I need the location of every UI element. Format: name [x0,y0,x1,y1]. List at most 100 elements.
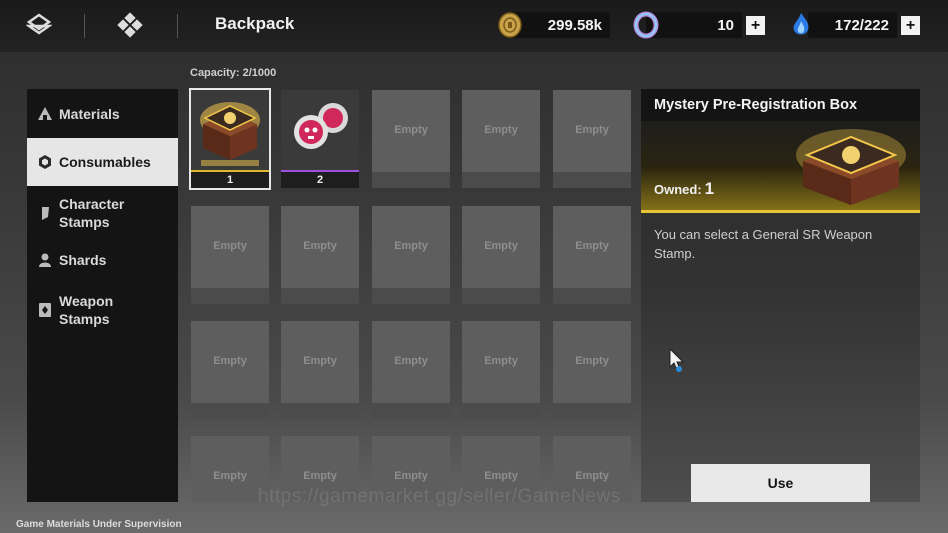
item-count: 1 [191,172,269,188]
slot-footer [281,403,359,419]
sidebar-item-label: Character Stamps [59,195,124,231]
hexagon-icon [39,155,51,169]
item-description: You can select a General SR Weapon Stamp… [654,227,873,261]
slot-footer [553,172,631,188]
sidebar-label-line: Weapon [59,293,114,309]
sidebar-item-consumables[interactable]: Consumables [27,138,178,186]
add-token-button[interactable]: + [746,16,765,35]
empty-label: Empty [484,240,518,252]
weapon-stamp-icon [39,303,51,317]
inventory-slot-empty[interactable]: Empty [191,321,269,419]
mystery-box-icon [781,125,921,205]
slot-footer [372,172,450,188]
sidebar-item-materials[interactable]: Materials [27,99,178,129]
slot-footer [553,288,631,304]
inventory-slot-mystery-box[interactable]: 1 [189,88,271,190]
blue-flame-icon [789,11,815,39]
item-detail-panel: Mystery Pre-Registration Box Owned: 1 You… [641,89,920,502]
inventory-slot-empty[interactable]: Empty [372,90,450,188]
watermark-text: https://gamemarket.gg/seller/GameNews [258,486,621,507]
inventory-slot-empty[interactable]: Empty [372,206,450,304]
item-name: Mystery Pre-Registration Box [641,89,920,121]
sidebar-label-line: Stamps [59,311,110,327]
gold-coin-icon [497,11,523,39]
empty-label: Empty [394,240,428,252]
divider [177,14,178,38]
mystery-box-icon [191,90,269,172]
empty-label: Empty [394,124,428,136]
use-button[interactable]: Use [691,464,870,502]
rarity-bar [641,210,920,213]
slot-footer [281,288,359,304]
gold-currency-value: 299.58k [547,16,602,34]
empty-label: Empty [303,240,337,252]
empty-label: Empty [575,470,609,482]
owned-count: 1 [704,179,715,198]
capacity-label: Capacity: 2/1000 [190,67,277,79]
empty-label: Empty [213,470,247,482]
empty-label: Empty [484,124,518,136]
sidebar-label-line: Character [59,196,125,212]
character-stamp-icon [42,207,49,220]
empty-label: Empty [303,470,337,482]
inventory-slot-empty[interactable]: Empty [462,206,540,304]
inventory-slot-empty[interactable]: Empty [281,321,359,419]
token-currency-display: 10 [646,12,742,38]
slot-footer [372,403,450,419]
item-count: 2 [281,172,359,188]
item-banner: Owned: 1 [641,121,920,213]
page-title: Backpack [215,14,295,33]
empty-label: Empty [575,355,609,367]
sidebar-item-label: Weapon Stamps [59,292,113,328]
layers-menu-icon[interactable] [25,11,53,39]
empty-label: Empty [575,124,609,136]
slot-footer [191,403,269,419]
inventory-slot-empty[interactable]: Empty [372,321,450,419]
stamina-display: 172/222 [808,12,897,38]
sidebar-item-weapon-stamps[interactable]: Weapon Stamps [27,290,178,330]
slot-footer [462,288,540,304]
sidebar-item-label: Consumables [59,154,151,170]
home-grid-icon[interactable] [116,11,144,39]
gold-currency-display: 299.58k [510,12,610,38]
mouse-cursor-icon [668,347,686,374]
sidebar-item-shards[interactable]: Shards [27,245,178,275]
empty-label: Empty [575,240,609,252]
empty-label: Empty [303,355,337,367]
inventory-slot-empty[interactable]: Empty [462,90,540,188]
inventory-slot-empty[interactable]: Empty [553,321,631,419]
empty-label: Empty [213,355,247,367]
sidebar-item-label: Shards [59,252,107,268]
slot-footer [191,288,269,304]
top-bar: Backpack 299.58k 10 + 172/222 + [0,0,948,52]
slot-footer [462,403,540,419]
stamina-value: 172/222 [834,16,889,34]
inventory-slot-red-orbs[interactable]: 2 [281,90,359,188]
materials-icon [38,107,52,120]
inventory-slot-empty[interactable]: Empty [281,206,359,304]
sidebar-item-character-stamps[interactable]: Character Stamps [27,193,178,233]
person-icon [39,253,51,267]
sidebar-item-label: Materials [59,106,120,122]
inventory-slot-empty[interactable]: Empty [191,206,269,304]
ring-token-icon [633,11,659,39]
sidebar-label-line: Stamps [59,214,110,230]
divider [84,14,85,38]
token-currency-value: 10 [717,16,734,34]
owned-label: Owned: [654,182,702,197]
slot-footer [372,288,450,304]
category-sidebar: Materials Consumables Character Stamps S… [27,89,178,502]
footer-caption: Game Materials Under Supervision [16,519,182,530]
add-stamina-button[interactable]: + [901,16,920,35]
inventory-slot-empty[interactable]: Empty [462,321,540,419]
inventory-slot-empty[interactable]: Empty [553,206,631,304]
inventory-slot-empty[interactable]: Empty [553,90,631,188]
empty-label: Empty [394,470,428,482]
empty-label: Empty [213,240,247,252]
owned-info: Owned: 1 [654,179,714,199]
empty-label: Empty [484,470,518,482]
red-orbs-icon [281,90,359,172]
empty-label: Empty [394,355,428,367]
empty-label: Empty [484,355,518,367]
slot-footer [462,172,540,188]
